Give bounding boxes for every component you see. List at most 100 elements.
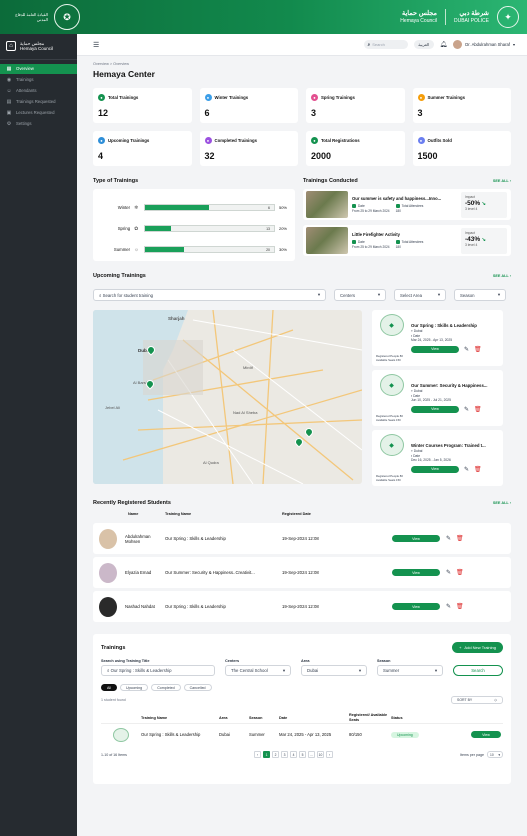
table-row[interactable]: Elyazia Emad Our Summer: Security & Happi… (93, 557, 511, 588)
progress-bar: 13 (143, 225, 275, 232)
col-status: Status (391, 715, 403, 720)
trash-icon[interactable]: 🗑︎ (456, 603, 464, 610)
season-select[interactable]: Season ▾ (454, 289, 506, 301)
view-button[interactable]: View (411, 345, 459, 353)
training-area: Dubai (219, 732, 230, 737)
table-row[interactable]: Nashad Nahdat Our Spring : Skills & Leade… (93, 591, 511, 622)
bell-icon[interactable]: 🔔︎ (440, 41, 448, 48)
chevron-down-icon: ▾ (512, 42, 515, 47)
area-select[interactable]: Select Area ▾ (394, 289, 446, 301)
see-all-link[interactable]: SEE ALL › (493, 179, 511, 183)
centers-label: Centers (340, 292, 356, 298)
trash-icon[interactable]: 🗑︎ (474, 466, 482, 473)
date-value: Dec 16, 2025 - Jan 5, 2026 (411, 458, 451, 463)
page-button[interactable]: 2 (271, 751, 279, 758)
sidebar-item-label: Attendants (16, 88, 37, 94)
available-line: Available Seats 150 (376, 358, 407, 362)
centers-select[interactable]: Centers ▾ (334, 289, 386, 301)
table-row[interactable]: Abdulrahman Mohsen Our Spring : Skills & … (93, 523, 511, 554)
page-button[interactable]: 5 (298, 751, 306, 758)
view-button[interactable]: View (392, 603, 440, 610)
page-button[interactable]: 4 (289, 751, 297, 758)
header-search-input[interactable]: ⌕ Search (363, 40, 408, 49)
edit-icon[interactable]: ✎ (464, 346, 469, 353)
edit-icon[interactable]: ✎ (446, 535, 451, 542)
view-button[interactable]: View (471, 731, 501, 738)
table-row[interactable]: Our Spring : Skills & Leadership Dubai S… (101, 723, 503, 745)
language-toggle[interactable]: العربية (413, 40, 434, 49)
event-body: Our Spring : Skills & Leadership ⌖ Dubai ▪… (411, 323, 499, 353)
page-button[interactable]: 3 (280, 751, 288, 758)
trash-icon[interactable]: 🗑︎ (456, 535, 464, 542)
prev-page-icon[interactable]: ‹ (253, 751, 261, 758)
add-training-button[interactable]: + Add New Training (452, 642, 503, 653)
centers-select[interactable]: The Central School ▾ (225, 665, 291, 676)
view-button[interactable]: View (392, 569, 440, 576)
date-value: From 25 to 29 March 2024 (352, 208, 390, 213)
trash-icon[interactable]: 🗑︎ (474, 346, 482, 353)
sidebar-item-attendants[interactable]: ☺ Attendants (0, 86, 77, 96)
edit-icon[interactable]: ✎ (446, 569, 451, 576)
filter-chip[interactable]: Completed (151, 684, 181, 691)
sidebar-item-overview[interactable]: ▦ Overview (0, 63, 77, 74)
conducted-card[interactable]: Our summer is safety and happiness...Inn… (303, 189, 511, 220)
trash-icon[interactable]: 🗑︎ (474, 406, 482, 413)
filter-chip[interactable]: Cancelled (183, 684, 212, 691)
next-page-icon[interactable]: › (325, 751, 333, 758)
per-page-select[interactable]: 10 ▾ (486, 751, 503, 758)
view-button[interactable]: View (411, 465, 459, 473)
flower-icon: ✿ (134, 225, 139, 232)
trash-icon[interactable]: 🗑︎ (456, 569, 464, 576)
sidebar-item-label: Settings (16, 121, 32, 127)
menu-icon[interactable]: ☰ (93, 41, 99, 49)
view-button[interactable]: View (411, 405, 459, 413)
chevron-down-icon: ▾ (377, 292, 380, 297)
stats-grid: ● Total Trainings 12 ● Winter Trainings 6 ● Spr… (93, 88, 511, 166)
col-season: Season (249, 715, 263, 720)
see-all-link[interactable]: SEE ALL › (493, 501, 511, 505)
user-menu[interactable]: Dr. Abdulrahman Sharaf ▾ (453, 40, 515, 49)
stat-value: 3 (417, 108, 423, 118)
edit-icon[interactable]: ✎ (464, 406, 469, 413)
sidebar-item-trainings-requested[interactable]: ▤ Trainings Requested (0, 97, 77, 107)
sidebar-item-settings[interactable]: ⚙ Settings (0, 119, 77, 129)
sidebar-item-lectures-requested[interactable]: ▣ Lectures Requested (0, 108, 77, 118)
chevron-down-icon: ▾ (317, 292, 320, 297)
page-button[interactable]: 10 (316, 751, 324, 758)
trainings-conducted-section: Trainings Conducted SEE ALL › Our summer… (303, 178, 511, 261)
page-button[interactable]: 1 (262, 751, 270, 758)
search-button[interactable]: Search (453, 665, 503, 676)
stat-icon: ● (417, 137, 425, 144)
status-filter-chips: All Upcoming Completed Cancelled (101, 684, 503, 691)
see-all-link[interactable]: SEE ALL › (493, 274, 511, 278)
filter-chip[interactable]: All (101, 684, 117, 691)
student-training-search-input[interactable]: ⌕ Search for student training ▾ (93, 289, 326, 301)
season-select[interactable]: Summer ▾ (377, 665, 443, 676)
brand-en: Hemaya Council (400, 17, 437, 24)
training-title-search-input[interactable]: ⌕ Our Spring : Skills & Leadership (101, 665, 215, 676)
edit-icon[interactable]: ✎ (446, 603, 451, 610)
attendees-block: Total Attendees 180 (395, 204, 423, 213)
filter-chip[interactable]: Upcoming (120, 684, 149, 691)
col-seats: Registered/ Available Seats (349, 712, 388, 722)
page-button[interactable]: ... (307, 751, 315, 758)
col-area: Area (219, 715, 228, 720)
chevron-down-icon: ▾ (437, 292, 440, 297)
impact-number: -43% (465, 235, 481, 243)
attendees-value: 180 (395, 244, 401, 249)
student-name: Abdulrahman Mohsen (125, 533, 151, 544)
map-roads (93, 310, 362, 484)
view-button[interactable]: View (392, 535, 440, 542)
sidebar-item-trainings[interactable]: ◉ Trainings (0, 75, 77, 85)
stat-header: ● Total Registrations (311, 137, 400, 144)
training-seats: 80/150 (349, 732, 362, 737)
map[interactable]: Sharjah Dubai Jebel Ali Al Barsha Mirdif… (93, 310, 362, 484)
training-season: Summer (249, 732, 265, 737)
training-type-row: Winter ❄ 6 50% (101, 197, 287, 218)
edit-icon[interactable]: ✎ (464, 466, 469, 473)
conducted-card[interactable]: Little Firefighter Activity Date From 25 t… (303, 225, 511, 256)
date-value: Mar 24, 2025 - Apr 13, 2025 (411, 338, 453, 343)
sort-select[interactable]: SORT BY ◇ (451, 696, 503, 704)
area-select[interactable]: Dubai ▾ (301, 665, 367, 676)
stat-value: 6 (204, 108, 210, 118)
